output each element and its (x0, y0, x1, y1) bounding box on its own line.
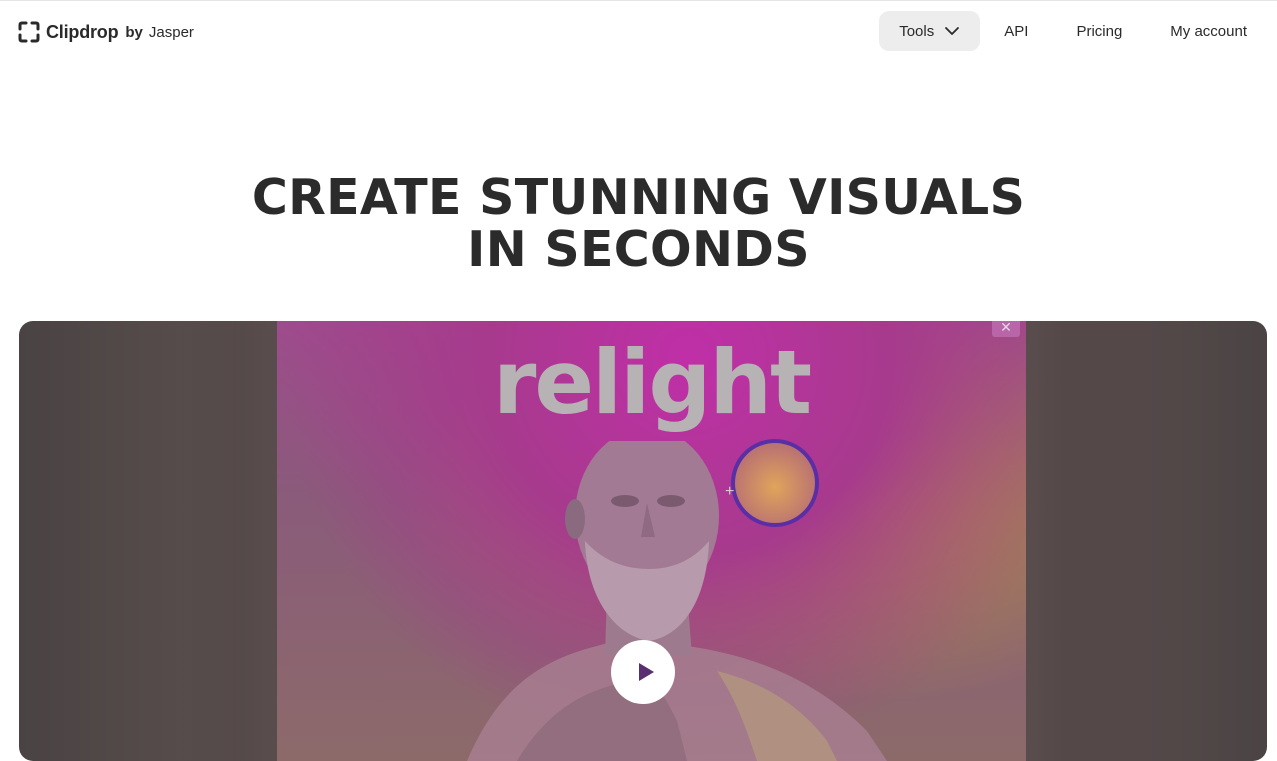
crosshair-icon: + (725, 483, 735, 500)
play-button[interactable] (611, 640, 675, 704)
chevron-down-icon (945, 27, 960, 35)
clipdrop-logo-icon (18, 21, 40, 43)
tools-dropdown-button[interactable]: Tools (879, 11, 981, 51)
brand-name: Clipdrop (46, 21, 119, 42)
hero-title-line-2: IN SECONDS (467, 221, 810, 278)
brand-jasper: Jasper (148, 23, 194, 41)
nav-api-link[interactable]: API (980, 11, 1052, 51)
video-vignette-right (1019, 321, 1159, 761)
statue-image (467, 441, 887, 761)
hero-title: CREATE STUNNING VISUALS IN SECONDS (0, 172, 1277, 276)
hero-title-line-1: CREATE STUNNING VISUALS (251, 169, 1026, 226)
site-header: Clipdrop by Jasper Tools API Pricing My … (0, 1, 1277, 61)
tools-label: Tools (899, 22, 935, 40)
relight-overlay-text: relight (492, 331, 812, 434)
nav-my-account-link[interactable]: My account (1146, 11, 1259, 51)
brand-by: by (125, 23, 143, 41)
main-nav: Tools API Pricing My account (879, 11, 1259, 51)
play-icon (639, 663, 654, 681)
demo-video[interactable]: ✕ relight + (19, 321, 1267, 761)
nav-pricing-link[interactable]: Pricing (1052, 11, 1146, 51)
light-source-handle (731, 439, 819, 527)
brand-logo-link[interactable]: Clipdrop by Jasper (18, 19, 194, 45)
